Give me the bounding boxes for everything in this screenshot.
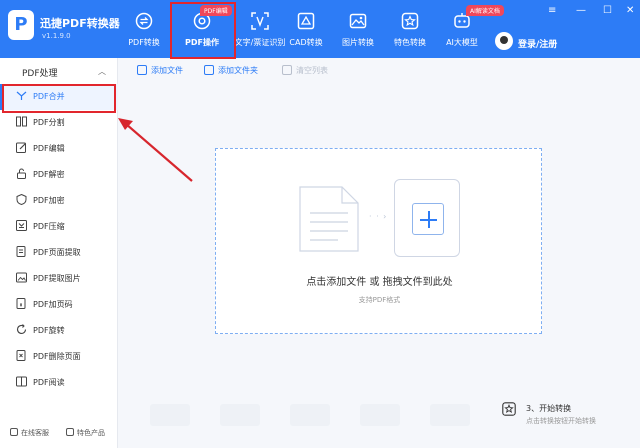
trash-icon xyxy=(282,65,292,75)
arrow-dots-icon: · · › xyxy=(369,212,388,221)
add-folder-label: 添加文件夹 xyxy=(218,66,258,75)
add-file-card[interactable] xyxy=(394,179,460,257)
plus-icon xyxy=(412,203,444,235)
drop-zone-instruction: 点击添加文件 或 拖拽文件到此处 xyxy=(306,277,453,288)
file-drop-zone[interactable]: · · › 点击添加文件 或 拖拽文件到此处 支持PDF格式 xyxy=(215,148,542,334)
add-file-icon xyxy=(137,65,147,75)
start-convert-icon xyxy=(502,402,516,416)
clear-list-button[interactable]: 清空列表 xyxy=(282,65,328,76)
clear-list-label: 清空列表 xyxy=(296,66,328,75)
drop-zone-format-hint: 支持PDF格式 xyxy=(358,296,401,304)
placeholder-block xyxy=(430,404,470,426)
placeholder-block xyxy=(360,404,400,426)
add-file-button[interactable]: 添加文件 xyxy=(137,65,183,76)
placeholder-block xyxy=(290,404,330,426)
add-folder-button[interactable]: 添加文件夹 xyxy=(204,65,258,76)
add-file-label: 添加文件 xyxy=(151,66,183,75)
start-convert-step: 3、开始转换 xyxy=(526,404,572,413)
folder-icon xyxy=(204,65,214,75)
placeholder-block xyxy=(150,404,190,426)
placeholder-block xyxy=(220,404,260,426)
document-icon xyxy=(299,186,359,252)
start-convert-hint: 点击转换按钮开始转换 xyxy=(526,417,596,425)
